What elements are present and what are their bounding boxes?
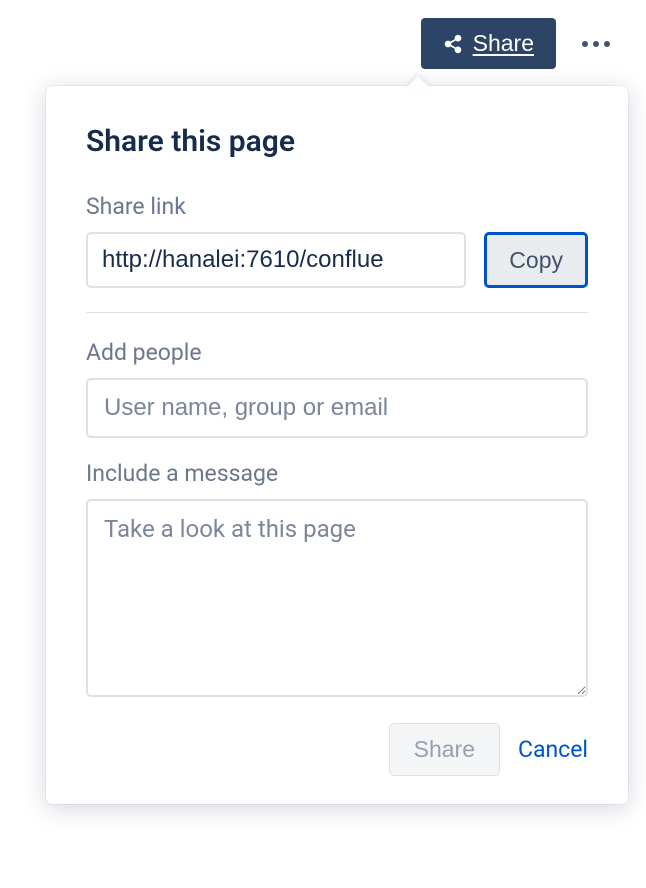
message-label: Include a message: [86, 460, 588, 487]
message-textarea[interactable]: [86, 499, 588, 697]
add-people-label: Add people: [86, 339, 588, 366]
popover-title: Share this page: [86, 124, 588, 159]
share-popover: Share this page Share link Copy Add peop…: [46, 86, 628, 804]
share-link-input[interactable]: [86, 232, 466, 288]
share-submit-button[interactable]: Share: [389, 723, 500, 776]
share-link-label: Share link: [86, 193, 588, 220]
more-button[interactable]: [576, 35, 616, 53]
more-icon: [582, 41, 588, 47]
share-icon: [443, 34, 463, 54]
cancel-link[interactable]: Cancel: [518, 736, 588, 763]
divider: [86, 312, 588, 313]
share-button-label: Share: [473, 30, 534, 57]
more-icon: [593, 41, 599, 47]
toolbar: Share: [421, 18, 616, 69]
more-icon: [604, 41, 610, 47]
people-input[interactable]: [86, 378, 588, 438]
share-link-row: Copy: [86, 232, 588, 288]
popover-actions: Share Cancel: [86, 723, 588, 776]
copy-button[interactable]: Copy: [484, 232, 588, 288]
share-button[interactable]: Share: [421, 18, 556, 69]
